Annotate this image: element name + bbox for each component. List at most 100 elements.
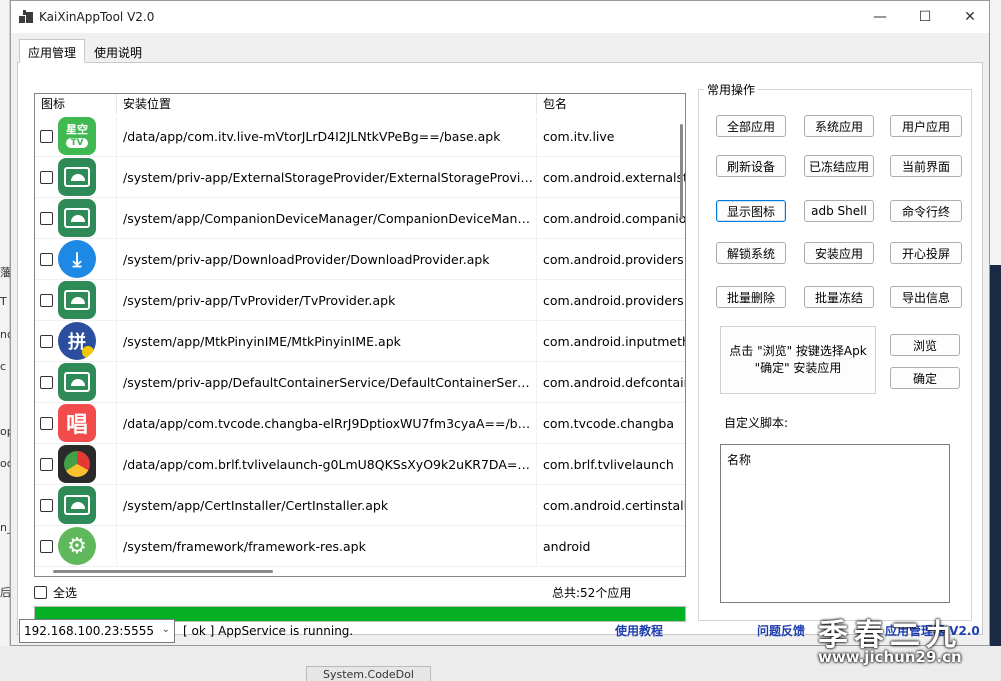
row-checkbox[interactable]: [40, 416, 53, 430]
app-window-icon: [19, 10, 33, 24]
table-row[interactable]: ⚙ /system/framework/framework-res.apk andr…: [35, 525, 685, 567]
vertical-scrollbar[interactable]: [680, 124, 683, 219]
table-row[interactable]: /system/app/CertInstaller/CertInstaller.…: [35, 484, 685, 526]
install-path: /system/framework/framework-res.apk: [117, 525, 537, 567]
table-row[interactable]: ⤓ /system/priv-app/DownloadProvider/Downl…: [35, 238, 685, 280]
row-icon-cell: ⤓: [35, 238, 117, 280]
chevron-down-icon[interactable]: ⌄: [162, 624, 170, 635]
row-checkbox[interactable]: [40, 293, 53, 307]
table-row[interactable]: /system/app/CompanionDeviceManager/Compa…: [35, 197, 685, 239]
unlock-system-button[interactable]: 解锁系统: [716, 242, 786, 264]
package-name: com.android.companiondevicemanager: [543, 210, 685, 226]
user-apps-button[interactable]: 用户应用: [890, 115, 962, 137]
row-icon-cell: [35, 156, 117, 198]
column-header-icon[interactable]: 图标: [35, 94, 117, 114]
table-row[interactable]: /system/priv-app/DefaultContainerService…: [35, 361, 685, 403]
install-path: /system/app/CompanionDeviceManager/Compa…: [117, 197, 537, 239]
android-icon: [58, 363, 96, 401]
row-checkbox[interactable]: [40, 375, 53, 389]
xingkong-tv-icon: 星空 TV: [58, 117, 96, 155]
refresh-device-button[interactable]: 刷新设备: [716, 155, 786, 177]
minimize-button[interactable]: —: [857, 1, 903, 33]
table-row[interactable]: /data/app/com.brlf.tvlivelaunch-g0LmU8QK…: [35, 443, 685, 485]
tab-app-management[interactable]: 应用管理: [19, 39, 86, 63]
row-icon-cell: 唱: [35, 402, 117, 444]
device-address-select[interactable]: 192.168.100.23:5555 ⌄: [19, 619, 175, 643]
feedback-link[interactable]: 问题反馈: [757, 622, 805, 639]
android-icon: [58, 158, 96, 196]
row-icon-cell: ⚙: [35, 525, 117, 567]
pinyin-ime-icon: 拼: [58, 322, 96, 360]
table-row[interactable]: 星空 TV/data/app/com.itv.live-mVtorJLrD4I2J…: [35, 115, 685, 157]
row-checkbox[interactable]: [40, 498, 53, 512]
android-icon: [58, 281, 96, 319]
custom-script-label: 自定义脚本:: [724, 416, 789, 430]
package-name: com.android.providers.downloads: [543, 251, 685, 267]
title-bar[interactable]: KaiXinAppTool V2.0 — ☐ ✕: [11, 1, 989, 33]
row-icon-cell: [35, 361, 117, 403]
show-icons-button[interactable]: 显示图标: [716, 200, 786, 222]
background-window-left: 藩 T nc c op oo n_ 后: [0, 0, 14, 681]
apk-drop-hint[interactable]: 点击 "浏览" 按键选择Apk "确定" 安装应用: [720, 326, 876, 394]
command-line-button[interactable]: 命令行终: [890, 200, 962, 222]
system-apps-button[interactable]: 系统应用: [804, 115, 874, 137]
install-path: /data/app/com.brlf.tvlivelaunch-g0LmU8QK…: [117, 443, 537, 485]
batch-freeze-button[interactable]: 批量冻结: [804, 286, 874, 308]
row-checkbox[interactable]: [40, 334, 53, 348]
background-window-right: [990, 0, 1001, 681]
column-header-path[interactable]: 安装位置: [117, 94, 537, 114]
horizontal-scrollbar[interactable]: [53, 570, 273, 573]
export-info-button[interactable]: 导出信息: [890, 286, 962, 308]
frozen-apps-button[interactable]: 已冻结应用: [804, 155, 874, 177]
total-count: 总共:52个应用: [552, 586, 632, 600]
tab-usage-instructions[interactable]: 使用说明: [85, 39, 151, 63]
row-checkbox[interactable]: [40, 170, 53, 184]
browse-button[interactable]: 浏览: [890, 334, 960, 356]
background-code-tab: System.CodeDol: [306, 666, 431, 681]
custom-script-textarea[interactable]: 名称: [720, 444, 950, 603]
row-icon-cell: [35, 484, 117, 526]
android-icon: [58, 199, 96, 237]
row-icon-cell: 拼: [35, 320, 117, 362]
background-text: c: [0, 360, 7, 373]
close-button[interactable]: ✕: [947, 1, 993, 33]
table-row[interactable]: /system/priv-app/ExternalStorageProvider…: [35, 156, 685, 198]
table-row[interactable]: 拼/system/app/MtkPinyinIME/MtkPinyinIME.a…: [35, 320, 685, 362]
table-row[interactable]: 唱/data/app/com.tvcode.changba-elRrJ9Dpti…: [35, 402, 685, 444]
install-path: /system/priv-app/DownloadProvider/Downlo…: [117, 238, 537, 280]
row-checkbox[interactable]: [40, 211, 53, 225]
install-path: /system/priv-app/TvProvider/TvProvider.a…: [117, 279, 537, 321]
select-all-label: 全选: [53, 586, 78, 600]
row-checkbox[interactable]: [40, 252, 53, 266]
install-path: /data/app/com.tvcode.changba-elRrJ9Dptio…: [117, 402, 537, 444]
app-list[interactable]: 图标 安装位置 包名 星空 TV/data/app/com.itv.live-mV…: [34, 93, 686, 577]
current-screen-button[interactable]: 当前界面: [890, 155, 962, 177]
row-icon-cell: [35, 443, 117, 485]
row-checkbox[interactable]: [40, 129, 53, 143]
tutorial-link[interactable]: 使用教程: [615, 622, 663, 639]
row-icon-cell: 星空 TV: [35, 115, 117, 157]
all-apps-button[interactable]: 全部应用: [716, 115, 786, 137]
install-path: /system/app/MtkPinyinIME/MtkPinyinIME.ap…: [117, 320, 537, 362]
window-title: KaiXinAppTool V2.0: [39, 10, 155, 24]
batch-delete-button[interactable]: 批量删除: [716, 286, 786, 308]
changba-icon: 唱: [58, 404, 96, 442]
install-path: /system/priv-app/DefaultContainerService…: [117, 361, 537, 403]
screen-cast-button[interactable]: 开心投屏: [890, 242, 962, 264]
install-app-button[interactable]: 安装应用: [804, 242, 874, 264]
background-text: T: [0, 295, 7, 308]
row-checkbox[interactable]: [40, 539, 53, 553]
apk-hint-line1: 点击 "浏览" 按键选择Apk: [729, 344, 867, 358]
row-icon-cell: [35, 279, 117, 321]
row-checkbox[interactable]: [40, 457, 53, 471]
select-all-checkbox[interactable]: [34, 586, 47, 599]
confirm-button[interactable]: 确定: [890, 367, 960, 389]
adb-shell-button[interactable]: adb Shell: [804, 200, 874, 222]
maximize-button[interactable]: ☐: [902, 1, 948, 33]
table-row[interactable]: /system/priv-app/TvProvider/TvProvider.a…: [35, 279, 685, 321]
select-all[interactable]: 全选: [34, 584, 77, 601]
tab-content-panel: 图标 安装位置 包名 星空 TV/data/app/com.itv.live-mV…: [17, 62, 983, 635]
column-header-package[interactable]: 包名: [537, 94, 685, 114]
package-name: com.android.defcontainer: [543, 374, 685, 390]
package-name: com.android.providers.tv: [543, 292, 685, 308]
